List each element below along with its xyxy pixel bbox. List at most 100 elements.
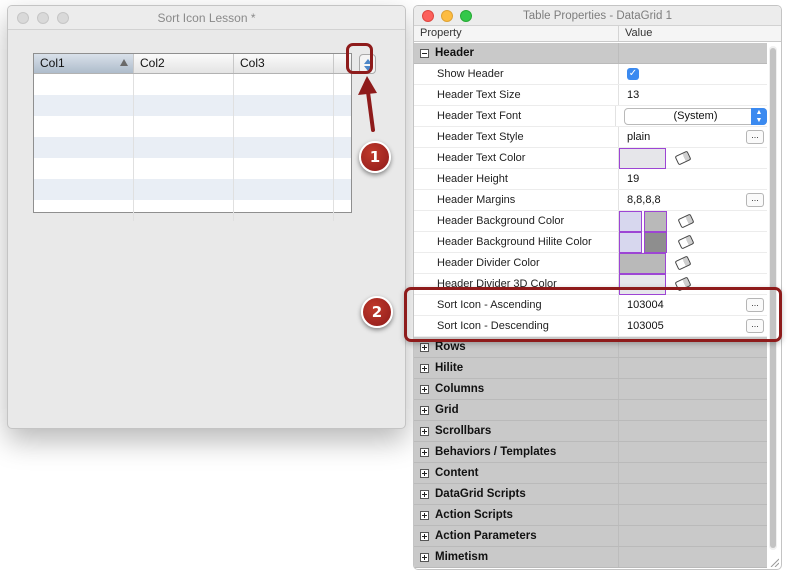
grid-cell[interactable] <box>134 179 234 200</box>
table-row[interactable] <box>34 95 351 116</box>
grid-cell[interactable] <box>34 95 134 116</box>
expand-toggle-icon[interactable] <box>420 426 429 436</box>
property-row-header-text-font[interactable]: Header Text Font (System) ▲ ▼ <box>414 106 767 127</box>
property-row-header-text-size[interactable]: Header Text Size 13 <box>414 85 767 106</box>
group-mimetism[interactable]: Mimetism <box>414 547 767 568</box>
grid-cell[interactable] <box>34 179 134 200</box>
grid-cell[interactable] <box>234 158 334 179</box>
eraser-icon[interactable] <box>674 150 692 166</box>
table-row[interactable] <box>34 158 351 179</box>
grid-cell[interactable] <box>34 116 134 137</box>
property-value[interactable]: 19 <box>619 169 767 189</box>
group-columns[interactable]: Columns <box>414 379 767 400</box>
font-select[interactable]: (System) ▲ ▼ <box>624 107 767 125</box>
resize-grip-icon[interactable] <box>769 557 779 567</box>
grid-cell[interactable] <box>234 137 334 158</box>
eraser-icon[interactable] <box>677 213 695 229</box>
table-row[interactable] <box>34 74 351 95</box>
property-value[interactable]: 13 <box>619 85 767 105</box>
eraser-icon[interactable] <box>677 234 695 250</box>
column-header-col2[interactable]: Col2 <box>134 54 234 73</box>
right-titlebar[interactable]: Table Properties - DataGrid 1 <box>414 6 781 26</box>
table-row[interactable] <box>34 137 351 158</box>
property-value[interactable] <box>619 210 767 232</box>
property-value[interactable]: 8,8,8,8... <box>619 190 767 210</box>
grid-cell[interactable] <box>234 200 334 221</box>
property-value[interactable]: plain... <box>619 127 767 147</box>
property-row-header-divider-color[interactable]: Header Divider Color <box>414 252 767 274</box>
table-row[interactable] <box>34 116 351 137</box>
grid-cell[interactable] <box>234 74 334 95</box>
group-behaviors-templates[interactable]: Behaviors / Templates <box>414 442 767 463</box>
show-header-checkbox[interactable]: ✓ <box>627 68 639 80</box>
group-grid[interactable]: Grid <box>414 400 767 421</box>
property-row-header-text-color[interactable]: Header Text Color <box>414 147 767 169</box>
group-datagrid-scripts[interactable]: DataGrid Scripts <box>414 484 767 505</box>
ellipsis-button[interactable]: ... <box>746 130 764 144</box>
group-scrollbars[interactable]: Scrollbars <box>414 421 767 442</box>
color-swatch[interactable] <box>619 210 642 232</box>
expand-toggle-icon[interactable] <box>420 405 429 415</box>
column-header-col3[interactable]: Col3 <box>234 54 334 73</box>
expand-toggle-icon[interactable] <box>420 468 429 478</box>
group-action-parameters[interactable]: Action Parameters <box>414 526 767 547</box>
expand-toggle-icon[interactable] <box>420 363 429 373</box>
expand-toggle-icon[interactable] <box>420 531 429 541</box>
property-value[interactable]: ✓ <box>619 64 767 84</box>
property-row-header-height[interactable]: Header Height 19 <box>414 169 767 190</box>
property-value-text[interactable]: 13 <box>627 89 639 101</box>
property-row-header-text-style[interactable]: Header Text Style plain... <box>414 127 767 148</box>
property-value[interactable] <box>619 252 767 274</box>
eraser-icon[interactable] <box>674 255 692 271</box>
table-row[interactable] <box>34 200 351 221</box>
select-arrows-icon[interactable]: ▲ ▼ <box>751 107 767 125</box>
grid-cell[interactable] <box>34 200 134 221</box>
grid-cell[interactable] <box>134 137 234 158</box>
expand-toggle-icon[interactable] <box>420 384 429 394</box>
grid-cell[interactable] <box>134 200 234 221</box>
property-column-header[interactable]: Property <box>414 26 619 41</box>
property-row-header-margins[interactable]: Header Margins 8,8,8,8... <box>414 190 767 211</box>
datagrid[interactable]: Col1 Col2 Col3 <box>33 53 352 221</box>
grid-cell[interactable] <box>134 95 234 116</box>
grid-cell[interactable] <box>134 74 234 95</box>
grid-cell[interactable] <box>234 179 334 200</box>
group-header[interactable]: Header <box>414 43 767 64</box>
property-row-header-background-hilite-color[interactable]: Header Background Hilite Color <box>414 231 767 253</box>
property-row-header-background-color[interactable]: Header Background Color <box>414 210 767 232</box>
property-value-text[interactable]: 8,8,8,8 <box>627 194 661 206</box>
grid-cell[interactable] <box>34 158 134 179</box>
color-swatch[interactable] <box>619 252 666 274</box>
grid-cell[interactable] <box>234 95 334 116</box>
collapse-toggle-icon[interactable] <box>420 48 429 58</box>
grid-cell[interactable] <box>134 116 234 137</box>
expand-toggle-icon[interactable] <box>420 510 429 520</box>
group-content[interactable]: Content <box>414 463 767 484</box>
column-header-col1[interactable]: Col1 <box>34 54 134 73</box>
table-row[interactable] <box>34 179 351 200</box>
color-swatch[interactable] <box>619 147 666 169</box>
property-row-show-header[interactable]: Show Header ✓ <box>414 64 767 85</box>
expand-toggle-icon[interactable] <box>420 489 429 499</box>
property-value-text[interactable]: 19 <box>627 173 639 185</box>
grid-cell[interactable] <box>34 74 134 95</box>
property-label: Header Text Style <box>414 127 619 147</box>
grid-cell[interactable] <box>234 116 334 137</box>
property-value[interactable] <box>619 147 767 169</box>
expand-toggle-icon[interactable] <box>420 342 429 352</box>
color-swatch[interactable] <box>619 231 642 253</box>
property-value[interactable]: (System) ▲ ▼ <box>616 106 767 126</box>
expand-toggle-icon[interactable] <box>420 552 429 562</box>
value-column-header[interactable]: Value <box>619 26 781 41</box>
group-hilite[interactable]: Hilite <box>414 358 767 379</box>
ellipsis-button[interactable]: ... <box>746 193 764 207</box>
group-action-scripts[interactable]: Action Scripts <box>414 505 767 526</box>
property-value[interactable] <box>619 231 767 253</box>
grid-cell[interactable] <box>134 158 234 179</box>
grid-cell[interactable] <box>34 137 134 158</box>
color-swatch[interactable] <box>644 210 667 232</box>
color-swatch[interactable] <box>644 231 667 253</box>
expand-toggle-icon[interactable] <box>420 447 429 457</box>
property-value-text[interactable]: plain <box>627 131 650 143</box>
left-titlebar[interactable]: Sort Icon Lesson * <box>8 6 405 30</box>
